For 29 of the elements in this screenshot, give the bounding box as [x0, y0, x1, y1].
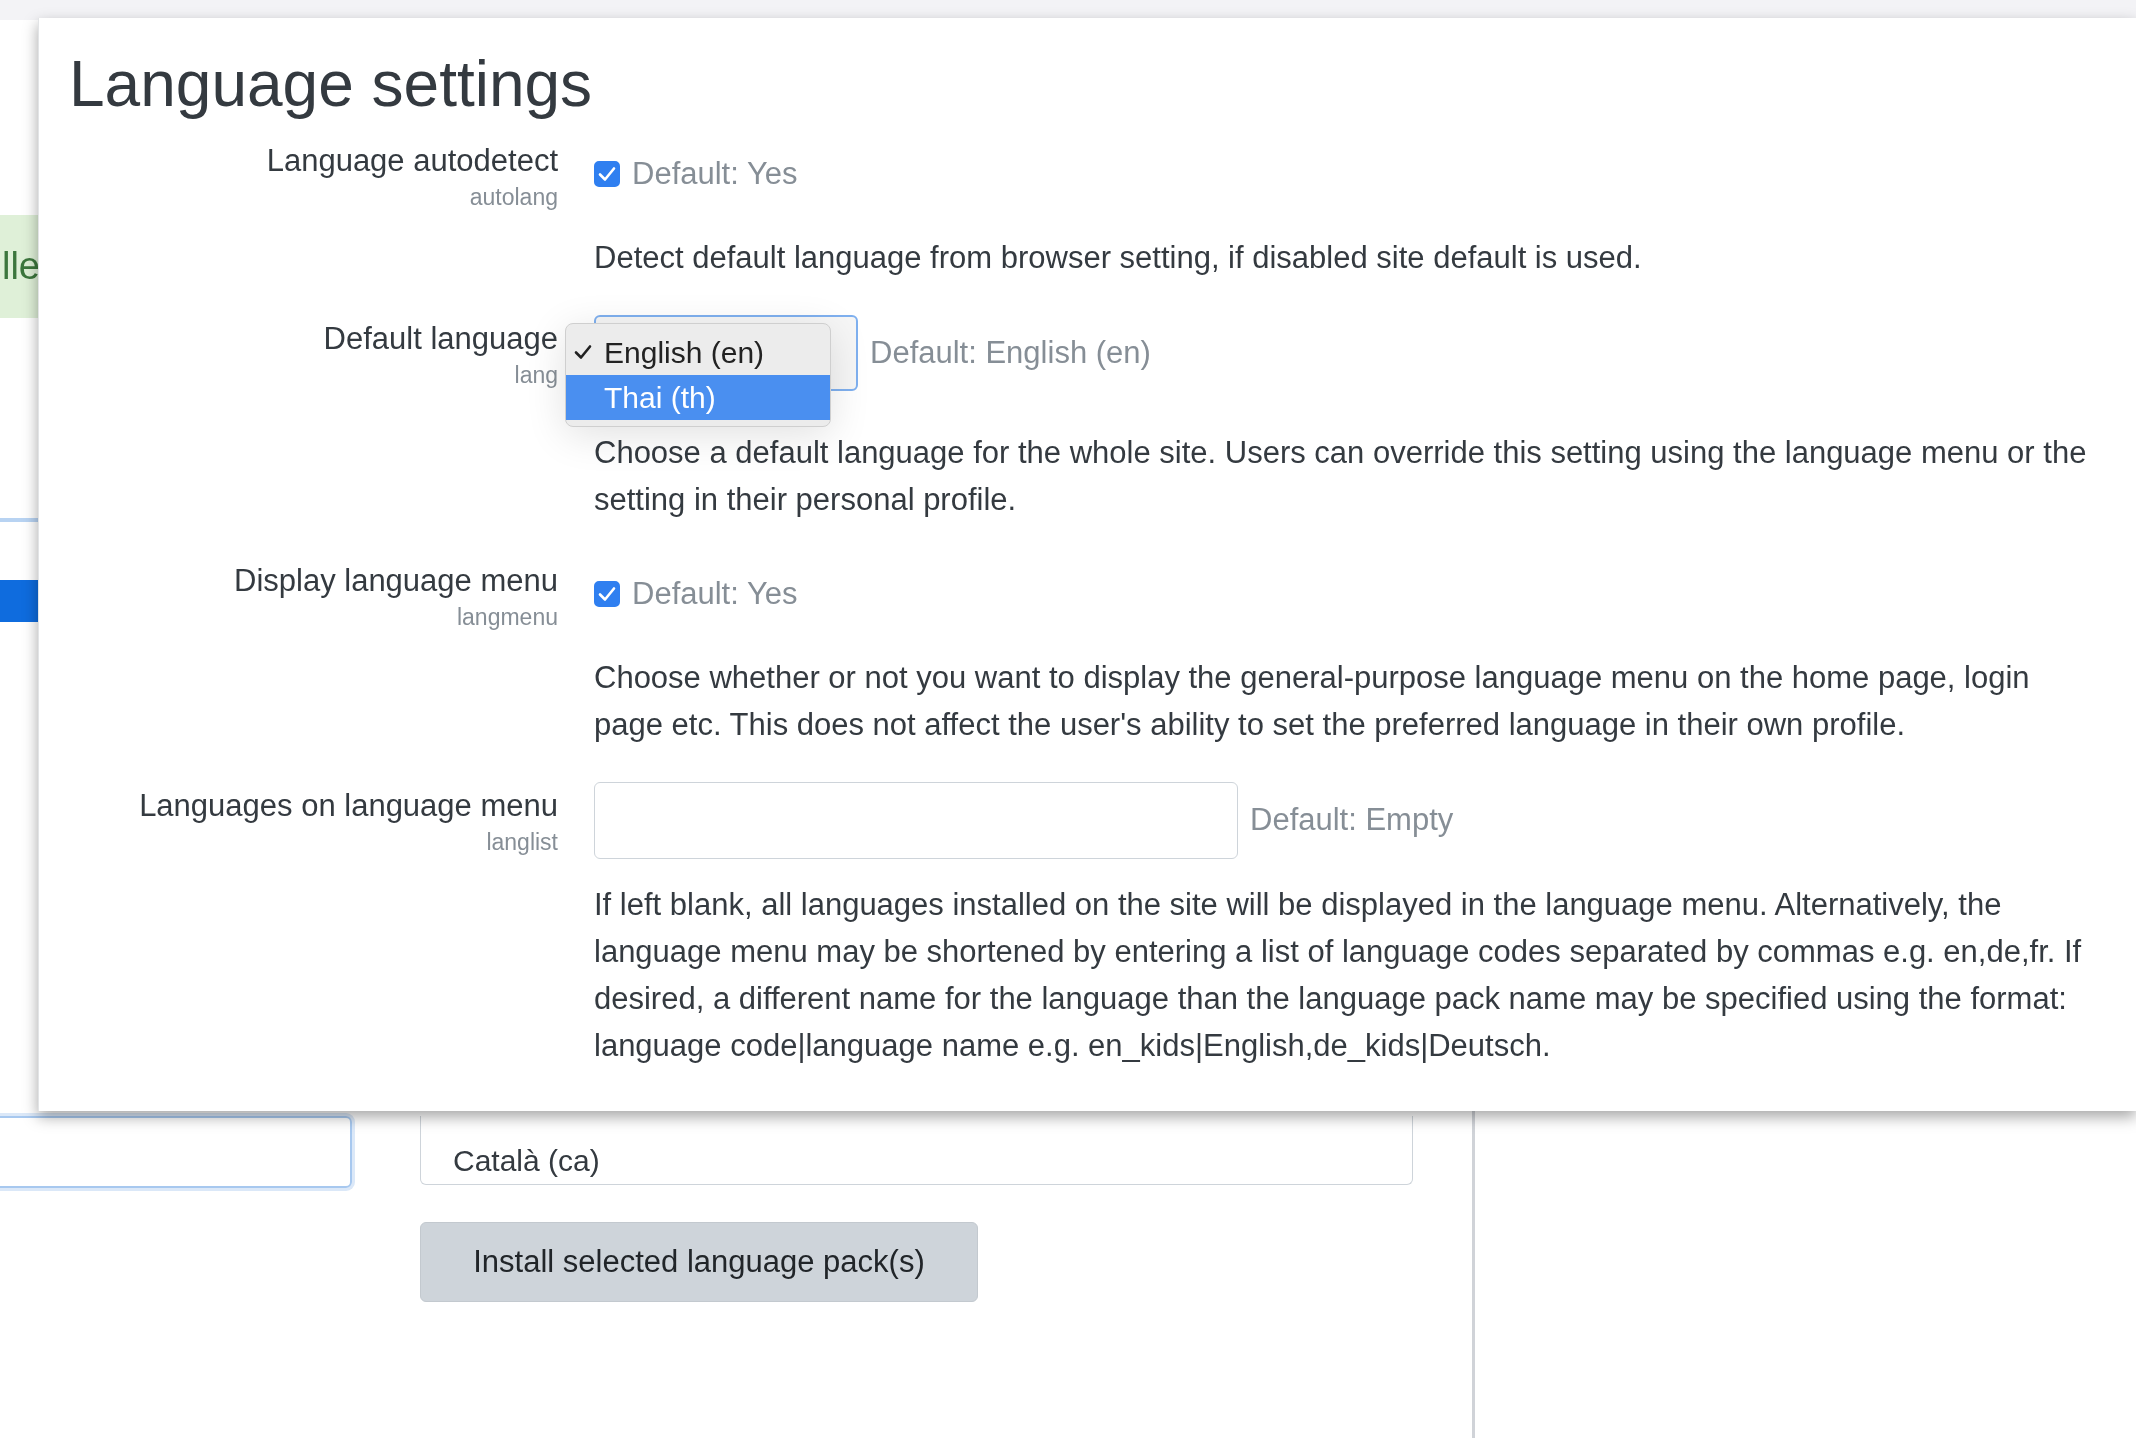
- success-alert: lle: [0, 215, 40, 318]
- setting-description: Choose a default language for the whole site. Users can override this setting using the language menu or the setting in their personal profile.: [594, 433, 2088, 519]
- selected-list-item[interactable]: [0, 580, 40, 622]
- setting-name: langmenu: [455, 603, 558, 633]
- default-value: Default: English (en): [870, 333, 1151, 372]
- checkbox[interactable]: [594, 581, 620, 608]
- default-value: Default: Empty: [1250, 801, 1454, 840]
- checkbox[interactable]: [594, 161, 620, 188]
- setting-label: Default language: [322, 319, 558, 358]
- page-title: Language settings: [69, 47, 594, 122]
- default-value: Default: Yes: [632, 575, 798, 614]
- setting-description: Choose whether or not you want to display the general-purpose language menu on the home page, login page etc. This does not affect the user's ability to set the preferred language in their own profile.: [594, 658, 2031, 744]
- list-option[interactable]: Català (ca): [453, 1138, 1412, 1183]
- setting-description: If left blank, all languages installed on the site will be displayed in the language menu. Alternatively, the language menu may be shortened by entering a list of language codes separated by commas e.g. en,de,fr. If desired, a different name for the language than the language pack name may be specified using the format: language code|language name e.g. en_kids|English,de_kids|Deutsch.: [594, 885, 2083, 1065]
- language-pack-list[interactable]: Català (ca): [420, 1116, 1413, 1185]
- install-button[interactable]: Install selected language pack(s): [420, 1222, 978, 1302]
- list-box[interactable]: [0, 1116, 352, 1188]
- setting-name: autolang: [468, 183, 558, 213]
- setting-description: Detect default language from browser setting, if disabled site default is used.: [594, 238, 1643, 277]
- default-value: Default: Yes: [632, 155, 798, 194]
- dropdown-option[interactable]: English (en): [566, 329, 830, 375]
- setting-label: Display language menu: [233, 561, 558, 600]
- setting-name: lang: [513, 361, 558, 391]
- checkmark-icon: [598, 585, 616, 604]
- input-field[interactable]: [594, 781, 1238, 859]
- setting-label: Languages on language menu: [138, 786, 558, 825]
- setting-label: Language autodetect: [265, 141, 558, 180]
- checkmark-icon: [598, 165, 616, 184]
- setting-name: langlist: [485, 828, 558, 858]
